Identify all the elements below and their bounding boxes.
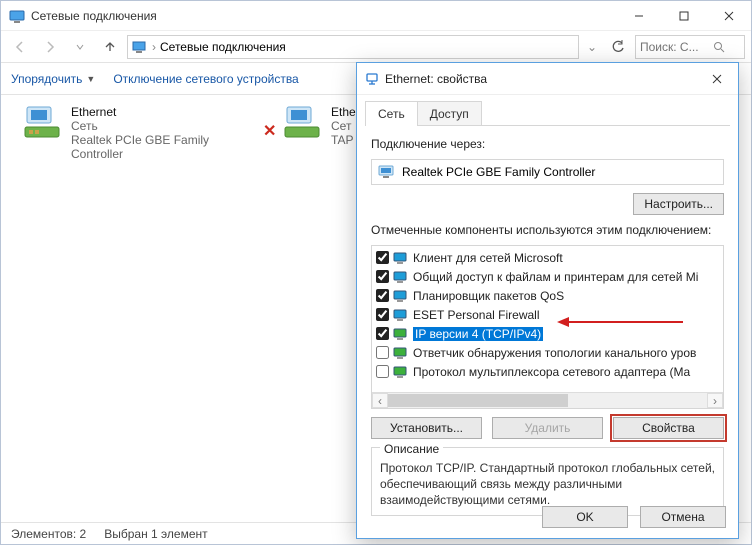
description-text: Протокол TCP/IP. Стандартный протокол гл… (380, 460, 715, 509)
breadcrumb[interactable]: › Сетевые подключения (127, 35, 579, 59)
search-icon[interactable] (713, 41, 725, 53)
component-item[interactable]: Планировщик пакетов QoS (372, 286, 723, 305)
connection-network: Сет (331, 119, 356, 133)
components-listbox[interactable]: Клиент для сетей Microsoft Общий доступ к… (371, 245, 724, 409)
components-label: Отмеченные компоненты используются этим … (371, 223, 724, 237)
network-icon (132, 40, 148, 54)
horizontal-scrollbar[interactable]: ‹ › (372, 392, 723, 408)
component-icon (393, 251, 409, 265)
component-label: Общий доступ к файлам и принтерам для се… (413, 270, 698, 284)
tab-panel-network: Подключение через: Realtek PCIe GBE Fami… (357, 127, 738, 522)
component-item[interactable]: ESET Personal Firewall (372, 305, 723, 324)
nav-up-button[interactable] (97, 34, 123, 60)
refresh-button[interactable] (605, 34, 631, 60)
organize-menu[interactable]: Упорядочить ▼ (11, 72, 95, 86)
uninstall-button: Удалить (492, 417, 603, 439)
description-legend: Описание (380, 442, 443, 456)
component-item[interactable]: Клиент для сетей Microsoft (372, 248, 723, 267)
ethernet-icon (365, 72, 379, 86)
maximize-button[interactable] (661, 2, 706, 30)
chevron-down-icon: ▼ (86, 74, 95, 84)
ok-button[interactable]: OK (542, 506, 628, 528)
dialog-titlebar: Ethernet: свойства (357, 63, 738, 95)
tab-network[interactable]: Сеть (365, 101, 418, 126)
disable-device-link[interactable]: Отключение сетевого устройства (113, 72, 298, 86)
breadcrumb-dropdown-button[interactable]: ⌄ (583, 40, 601, 54)
component-item[interactable]: Протокол мультиплексора сетевого адаптер… (372, 362, 723, 381)
component-label: Клиент для сетей Microsoft (413, 251, 563, 265)
close-button[interactable] (706, 2, 751, 30)
component-icon (393, 346, 409, 360)
dialog-tabs: Сеть Доступ (357, 95, 738, 126)
component-icon (393, 289, 409, 303)
component-label: ESET Personal Firewall (413, 308, 540, 322)
connection-name: Ethe (331, 105, 356, 119)
adapter-icon (283, 105, 325, 141)
scroll-right-button[interactable]: › (707, 393, 723, 408)
window-title: Сетевые подключения (31, 9, 157, 23)
status-count: Элементов: 2 (11, 527, 86, 541)
nav-back-button[interactable] (7, 34, 33, 60)
component-checkbox[interactable] (376, 270, 389, 283)
app-icon (9, 8, 25, 24)
connection-device: Realtek PCIe GBE Family Controller (71, 133, 240, 161)
component-icon (393, 327, 409, 341)
connection-item[interactable]: Ethernet Сеть Realtek PCIe GBE Family Co… (19, 101, 244, 165)
breadcrumb-item[interactable]: Сетевые подключения (160, 40, 286, 54)
adapter-box: Realtek PCIe GBE Family Controller (371, 159, 724, 185)
nav-dropdown-button[interactable] (67, 34, 93, 60)
search-box[interactable] (635, 35, 745, 59)
connect-using-label: Подключение через: (371, 137, 724, 151)
component-checkbox[interactable] (376, 346, 389, 359)
connection-name: Ethernet (71, 105, 240, 119)
ethernet-properties-dialog: Ethernet: свойства Сеть Доступ Подключен… (356, 62, 739, 539)
configure-button[interactable]: Настроить... (633, 193, 724, 215)
cancel-button[interactable]: Отмена (640, 506, 726, 528)
search-input[interactable] (640, 40, 710, 54)
dialog-title: Ethernet: свойства (385, 72, 704, 86)
connection-device: TAP (331, 133, 356, 147)
properties-button[interactable]: Свойства (613, 417, 724, 439)
nav-forward-button[interactable] (37, 34, 63, 60)
component-label: Протокол мультиплексора сетевого адаптер… (413, 365, 690, 379)
component-icon (393, 365, 409, 379)
component-item[interactable]: Ответчик обнаружения топологии канальног… (372, 343, 723, 362)
component-checkbox[interactable] (376, 289, 389, 302)
component-label: Ответчик обнаружения топологии канальног… (413, 346, 696, 360)
component-label: IP версии 4 (TCP/IPv4) (413, 327, 543, 341)
component-icon (393, 270, 409, 284)
component-item[interactable]: IP версии 4 (TCP/IPv4) (372, 324, 723, 343)
component-checkbox[interactable] (376, 251, 389, 264)
component-checkbox[interactable] (376, 308, 389, 321)
address-bar: › Сетевые подключения ⌄ (1, 31, 751, 63)
chevron-right-icon: › (152, 40, 156, 54)
component-item[interactable]: Общий доступ к файлам и принтерам для се… (372, 267, 723, 286)
component-checkbox[interactable] (376, 365, 389, 378)
component-label: Планировщик пакетов QoS (413, 289, 564, 303)
scroll-track[interactable] (388, 393, 707, 408)
tab-access[interactable]: Доступ (417, 101, 482, 126)
dialog-close-button[interactable] (704, 68, 730, 90)
minimize-button[interactable] (616, 2, 661, 30)
disabled-overlay-icon: ✕ (263, 121, 276, 141)
status-selected: Выбран 1 элемент (104, 527, 207, 541)
scroll-thumb[interactable] (388, 394, 568, 407)
adapter-name: Realtek PCIe GBE Family Controller (402, 165, 595, 179)
component-icon (393, 308, 409, 322)
component-checkbox[interactable] (376, 327, 389, 340)
adapter-icon (23, 105, 65, 141)
adapter-icon (378, 165, 396, 179)
install-button[interactable]: Установить... (371, 417, 482, 439)
scroll-left-button[interactable]: ‹ (372, 393, 388, 408)
connection-network: Сеть (71, 119, 240, 133)
titlebar: Сетевые подключения (1, 1, 751, 31)
